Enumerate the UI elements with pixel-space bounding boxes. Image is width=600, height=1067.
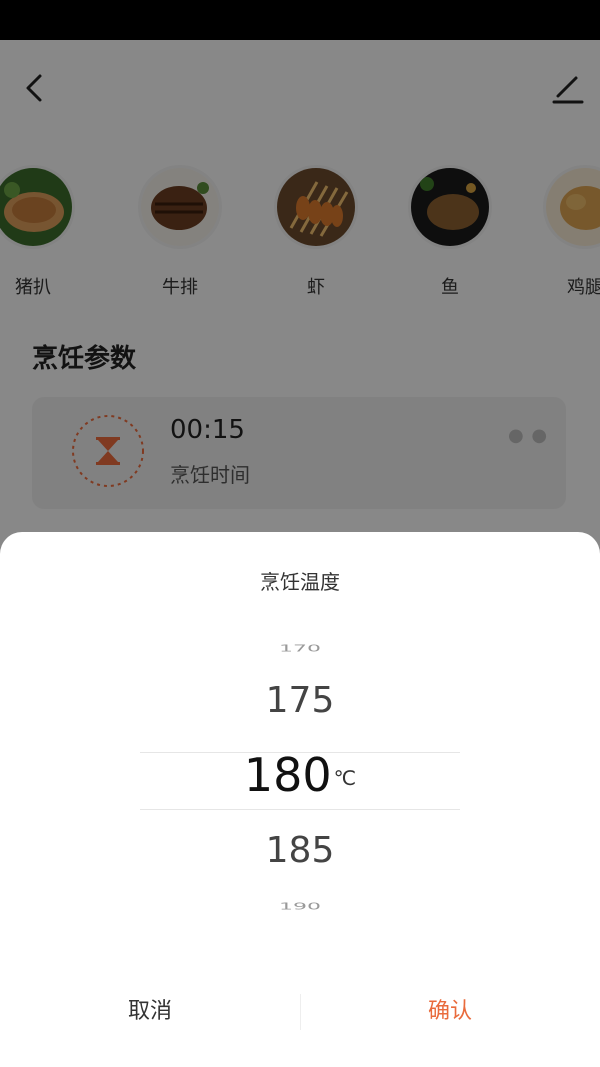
selected-temperature: 180: [243, 748, 332, 802]
temperature-picker-sheet: 烹饪温度 170 175 180 ℃ 185 190 取消 确认: [0, 532, 600, 1067]
temperature-picker[interactable]: 170 175 180 ℃ 185 190: [140, 632, 460, 932]
picker-selected-option[interactable]: 180 ℃: [140, 748, 460, 802]
temperature-unit: ℃: [333, 766, 357, 790]
status-bar: [0, 0, 600, 40]
selection-line-bottom: [140, 809, 460, 810]
cancel-button[interactable]: 取消: [0, 982, 300, 1042]
dialog-actions: 取消 确认: [0, 982, 600, 1042]
picker-option[interactable]: 185: [140, 830, 460, 871]
picker-option[interactable]: 175: [140, 680, 460, 721]
picker-option[interactable]: 170: [140, 643, 460, 654]
picker-option[interactable]: 190: [140, 901, 460, 912]
sheet-title: 烹饪温度: [260, 570, 340, 594]
confirm-button[interactable]: 确认: [300, 982, 600, 1042]
